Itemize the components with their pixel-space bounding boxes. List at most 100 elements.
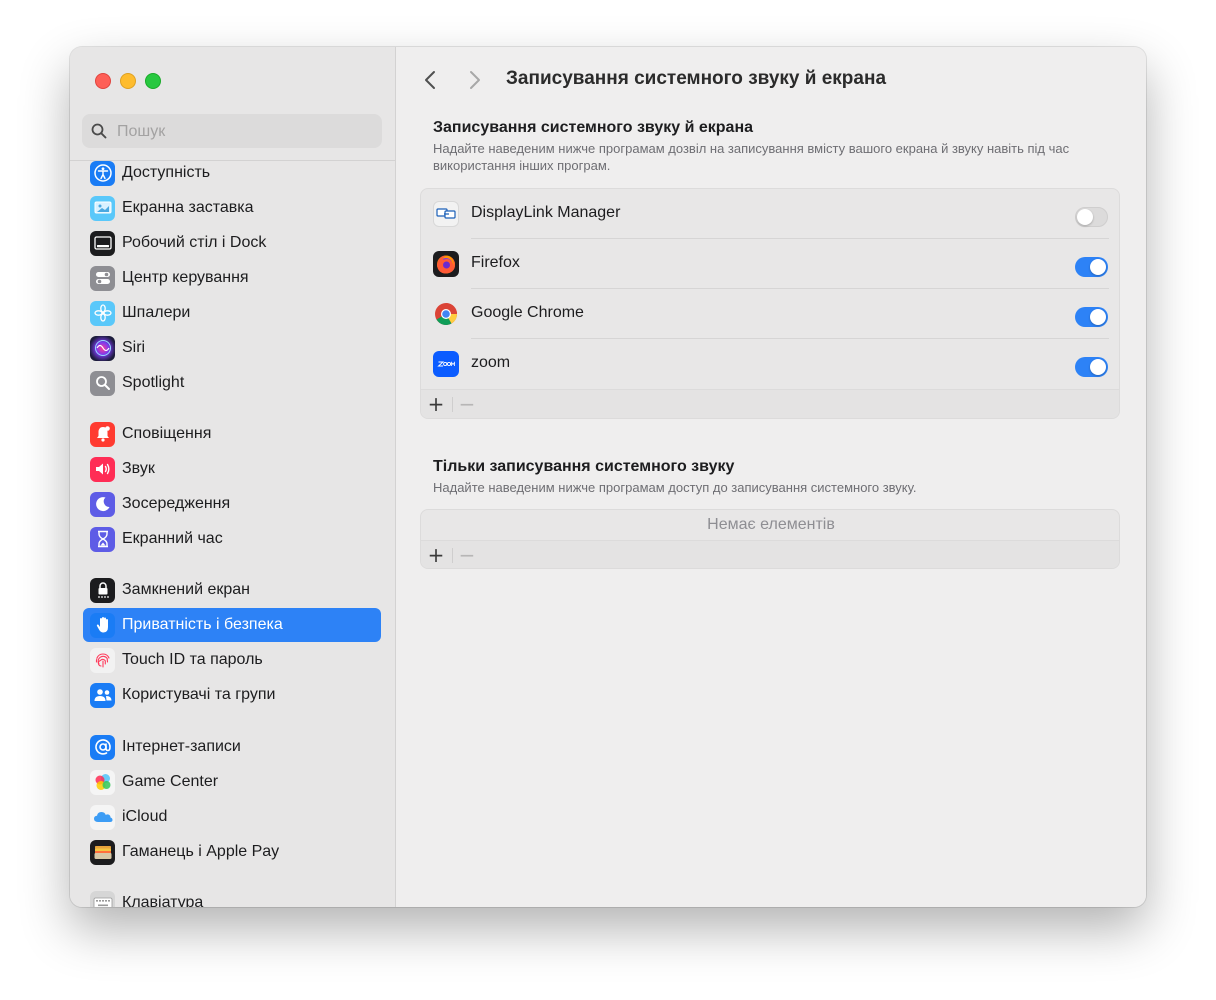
sidebar: Доступність Екранна заставка Робочий сті…: [70, 47, 396, 907]
section-description-audio-only: Надайте наведеним нижче програмам доступ…: [433, 480, 917, 495]
remove-app-button[interactable]: −: [452, 541, 482, 568]
sidebar-list[interactable]: Доступність Екранна заставка Робочий сті…: [70, 161, 395, 907]
sidebar-item-label: Клавіатура: [122, 894, 204, 907]
sidebar-item-control-center[interactable]: Центр керування: [83, 261, 381, 295]
sidebar-item-touch-id[interactable]: Touch ID та пароль: [83, 643, 381, 677]
zoom-icon: [433, 351, 459, 377]
zoom-toggle[interactable]: [1075, 357, 1108, 377]
search-icon: [91, 123, 107, 144]
app-name: zoom: [471, 354, 511, 371]
sidebar-item-screen-time[interactable]: Екранний час: [83, 522, 381, 556]
sidebar-item-users-groups[interactable]: Користувачі та групи: [83, 678, 381, 712]
internet-accounts-icon: [90, 734, 115, 760]
sidebar-item-accessibility[interactable]: Доступність: [83, 161, 381, 190]
firefox-icon: [433, 251, 459, 277]
settings-window: Доступність Екранна заставка Робочий сті…: [70, 47, 1146, 907]
desktop-dock-icon: [90, 230, 115, 256]
sidebar-item-wallpaper[interactable]: Шпалери: [83, 296, 381, 330]
sidebar-item-label: iCloud: [122, 808, 168, 825]
sidebar-item-label: Сповіщення: [122, 425, 212, 442]
section-description-screen-audio: Надайте наведеним нижче програмам дозвіл…: [433, 141, 1070, 173]
forward-button[interactable]: [463, 67, 487, 93]
sidebar-item-focus[interactable]: Зосередження: [83, 487, 381, 521]
zoom-window-button[interactable]: [145, 73, 161, 89]
sidebar-item-label: Користувачі та групи: [122, 686, 276, 703]
section-title-audio-only: Тільки записування системного звуку: [433, 458, 735, 475]
sidebar-item-desktop-dock[interactable]: Робочий стіл і Dock: [83, 226, 381, 260]
search-field[interactable]: [82, 114, 382, 150]
sidebar-item-label: Приватність і безпека: [122, 616, 283, 633]
game-center-icon: [90, 769, 115, 795]
chevron-right-icon: [470, 71, 480, 89]
list-footer-toolbar: + −: [421, 540, 1119, 568]
remove-app-button[interactable]: −: [452, 390, 482, 418]
minimize-window-button[interactable]: [120, 73, 136, 89]
sidebar-item-privacy-security[interactable]: Приватність і безпека: [83, 608, 381, 642]
sidebar-item-label: Шпалери: [122, 304, 191, 321]
sidebar-item-keyboard[interactable]: Клавіатура: [83, 886, 381, 907]
wallet-icon: [90, 839, 115, 865]
sidebar-item-label: Гаманець і Apple Pay: [122, 843, 280, 860]
icloud-icon: [90, 804, 115, 830]
app-name: DisplayLink Manager: [471, 204, 621, 221]
sidebar-item-label: Доступність: [122, 164, 211, 181]
sidebar-item-screensaver[interactable]: Екранна заставка: [83, 191, 381, 225]
audio-recording-app-list: Немає елементів + −: [420, 509, 1120, 569]
sidebar-item-wallet[interactable]: Гаманець і Apple Pay: [83, 835, 381, 869]
sidebar-item-label: Siri: [122, 339, 146, 356]
notifications-icon: [90, 421, 115, 447]
sidebar-item-sound[interactable]: Звук: [83, 452, 381, 486]
firefox-toggle[interactable]: [1075, 257, 1108, 277]
search-input[interactable]: [115, 114, 379, 150]
sidebar-item-icloud[interactable]: iCloud: [83, 800, 381, 834]
app-row-displaylink: DisplayLink Manager: [421, 189, 1119, 239]
sidebar-item-game-center[interactable]: Game Center: [83, 765, 381, 799]
screensaver-icon: [90, 195, 115, 221]
chrome-icon: [433, 301, 459, 327]
sidebar-item-notifications[interactable]: Сповіщення: [83, 417, 381, 451]
sidebar-item-label: Звук: [122, 460, 155, 477]
add-app-button[interactable]: +: [421, 541, 451, 568]
sidebar-item-label: Game Center: [122, 773, 219, 790]
sidebar-item-label: Екранна заставка: [122, 199, 254, 216]
focus-icon: [90, 491, 115, 517]
users-groups-icon: [90, 682, 115, 708]
touch-id-icon: [90, 647, 115, 673]
empty-list-placeholder: Немає елементів: [707, 516, 835, 533]
screen-recording-app-list: DisplayLink Manager Firefox Google Chrom…: [420, 188, 1120, 419]
displaylink-icon: [433, 201, 459, 227]
sidebar-item-label: Замкнений екран: [122, 581, 250, 598]
app-row-firefox: Firefox: [421, 239, 1119, 289]
sidebar-item-label: Екранний час: [122, 530, 223, 547]
sidebar-item-label: Робочий стіл і Dock: [122, 234, 267, 251]
keyboard-icon: [90, 890, 115, 907]
privacy-hand-icon: [90, 612, 115, 638]
spotlight-icon: [90, 370, 115, 396]
list-footer-toolbar: + −: [421, 389, 1119, 418]
sidebar-item-siri[interactable]: Siri: [83, 331, 381, 365]
sidebar-item-label: Spotlight: [122, 374, 185, 391]
sidebar-item-label: Центр керування: [122, 269, 249, 286]
wallpaper-icon: [90, 300, 115, 326]
sidebar-item-label: Зосередження: [122, 495, 231, 512]
close-window-button[interactable]: [95, 73, 111, 89]
chevron-left-icon: [425, 71, 435, 89]
app-row-google-chrome: Google Chrome: [421, 289, 1119, 339]
toggle-knob: [1090, 309, 1106, 325]
sidebar-item-spotlight[interactable]: Spotlight: [83, 366, 381, 400]
displaylink-toggle[interactable]: [1075, 207, 1108, 227]
section-title-screen-audio: Записування системного звуку й екрана: [433, 119, 754, 136]
screen-time-icon: [90, 526, 115, 552]
back-button[interactable]: [418, 67, 442, 93]
toggle-knob: [1077, 209, 1093, 225]
page-title: Записування системного звуку й екрана: [506, 68, 887, 89]
sidebar-item-label: Інтернет-записи: [122, 738, 241, 755]
toggle-knob: [1090, 259, 1106, 275]
google-chrome-toggle[interactable]: [1075, 307, 1108, 327]
content-pane: Записування системного звуку й екрана За…: [396, 47, 1146, 907]
sidebar-item-lock-screen[interactable]: Замкнений екран: [83, 573, 381, 607]
toggle-knob: [1090, 359, 1106, 375]
add-app-button[interactable]: +: [421, 390, 451, 418]
lock-screen-icon: [90, 577, 115, 603]
sidebar-item-internet-accounts[interactable]: Інтернет-записи: [83, 730, 381, 764]
